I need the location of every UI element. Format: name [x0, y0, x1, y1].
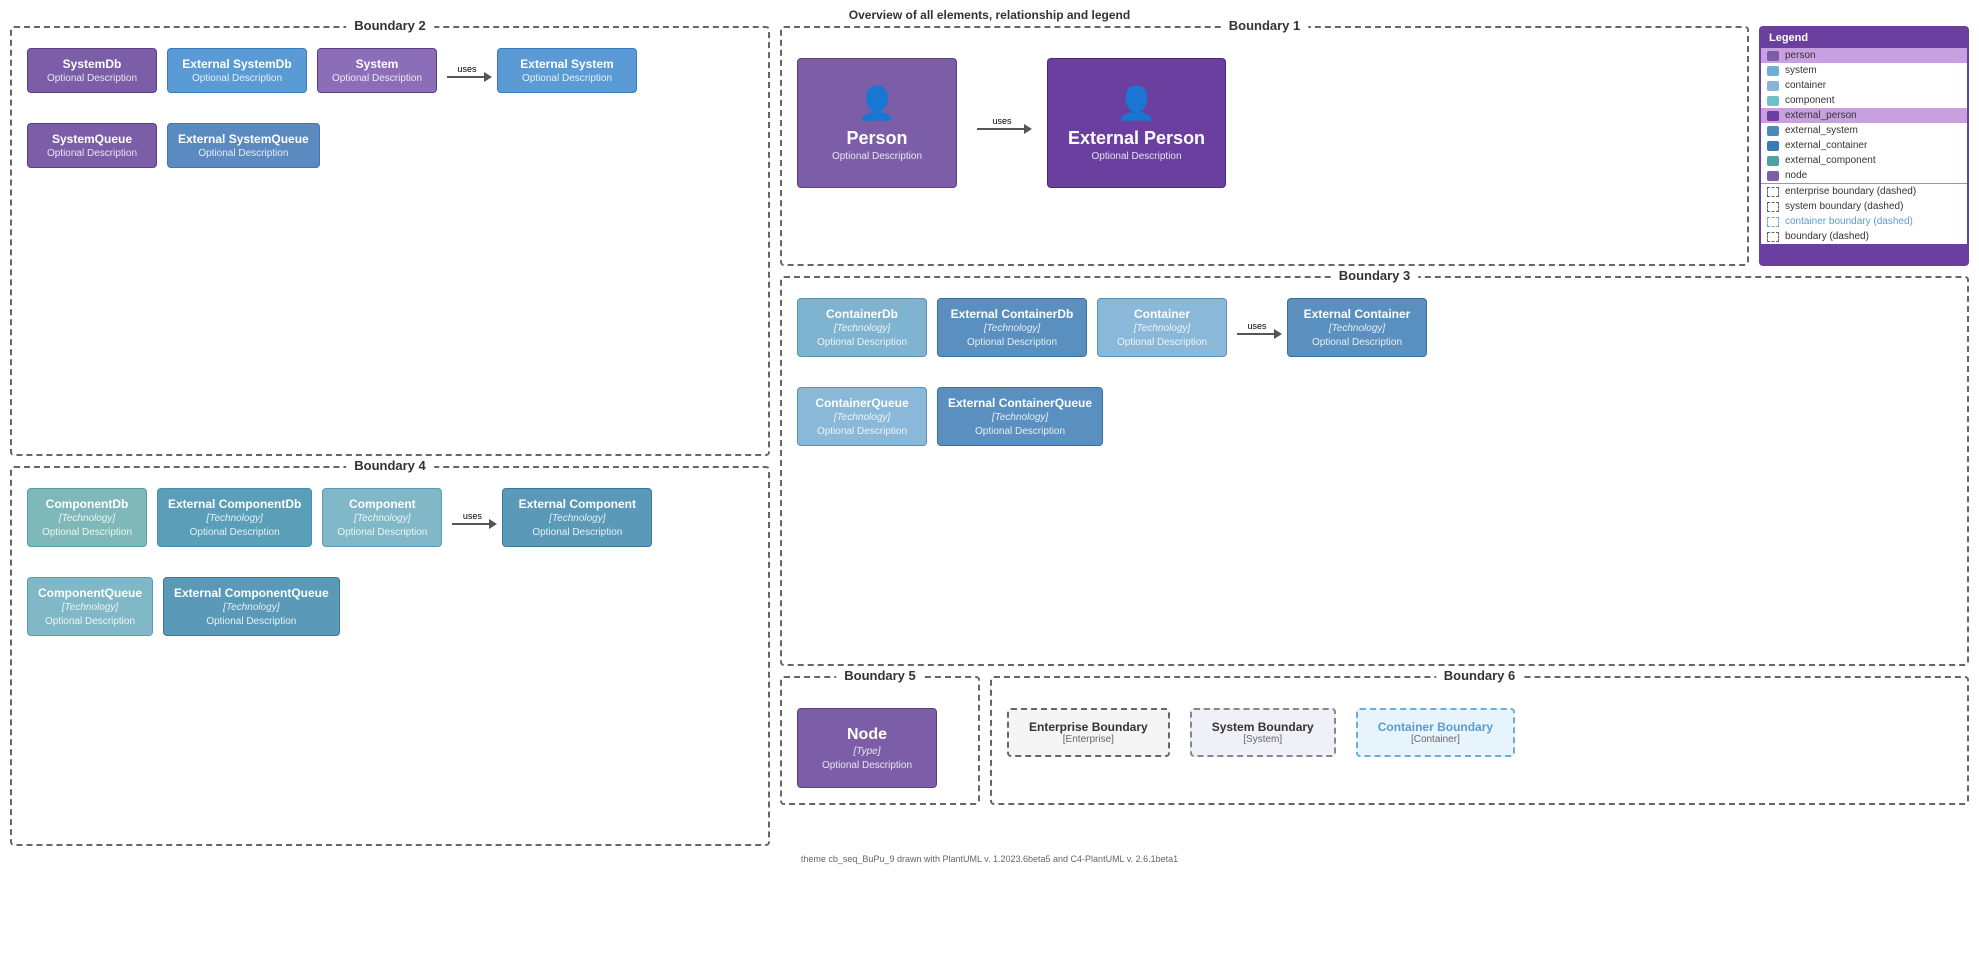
page-title: Overview of all elements, relationship a…: [0, 0, 1979, 26]
top-right-area: Boundary 1 👤 Person Optional Description…: [780, 26, 1969, 266]
legend-swatch-person: [1767, 51, 1779, 61]
componentqueue-card: ComponentQueue [Technology] Optional Des…: [27, 577, 153, 636]
legend-item-ext-component: external_component: [1761, 153, 1967, 168]
footer: theme cb_seq_BuPu_9 drawn with PlantUML …: [0, 846, 1979, 868]
legend-swatch-container: [1767, 81, 1779, 91]
container-boundary-card: Container Boundary [Container]: [1356, 708, 1515, 757]
legend-swatch-ext-person: [1767, 111, 1779, 121]
boundary4-title: Boundary 4: [346, 458, 434, 473]
ext-componentqueue-card: External ComponentQueue [Technology] Opt…: [163, 577, 340, 636]
boundary1-box: Boundary 1 👤 Person Optional Description…: [780, 26, 1749, 266]
ext-systemqueue-card: External SystemQueue Optional Descriptio…: [167, 123, 320, 168]
ext-systemdb-card: External SystemDb Optional Description: [167, 48, 307, 93]
legend-enterprise-boundary: enterprise boundary (dashed): [1761, 184, 1967, 199]
ext-system-card: External System Optional Description: [497, 48, 637, 93]
systemqueue-card: SystemQueue Optional Description: [27, 123, 157, 168]
person-icon: 👤: [857, 84, 897, 122]
legend-header: Legend: [1761, 28, 1967, 48]
ext-componentdb-card: External ComponentDb [Technology] Option…: [157, 488, 312, 547]
container-to-extcontainer-arrow: uses: [1237, 321, 1277, 335]
boundary2-box: Boundary 2 SystemDb Optional Description…: [10, 26, 770, 456]
boundary6-box: Boundary 6 Enterprise Boundary [Enterpri…: [990, 676, 1969, 805]
person-card: 👤 Person Optional Description: [797, 58, 957, 188]
ext-person-icon: 👤: [1117, 84, 1157, 122]
legend-boundary: boundary (dashed): [1761, 229, 1967, 244]
containerqueue-card: ContainerQueue [Technology] Optional Des…: [797, 387, 927, 446]
legend-system-boundary: system boundary (dashed): [1761, 199, 1967, 214]
boundary5-box: Boundary 5 Node [Type] Optional Descript…: [780, 676, 980, 805]
boundary4-box: Boundary 4 ComponentDb [Technology] Opti…: [10, 466, 770, 846]
boundary1-title: Boundary 1: [1221, 18, 1309, 33]
left-column: Boundary 2 SystemDb Optional Description…: [10, 26, 770, 846]
legend-item-ext-system: external_system: [1761, 123, 1967, 138]
legend-system-swatch: [1767, 202, 1779, 212]
legend-item-system: system: [1761, 63, 1967, 78]
legend-swatch-node: [1767, 171, 1779, 181]
boundary6-title: Boundary 6: [1436, 668, 1524, 683]
boundary3-box: Boundary 3 ContainerDb [Technology] Opti…: [780, 276, 1969, 666]
bottom-right-row: Boundary 5 Node [Type] Optional Descript…: [780, 676, 1969, 805]
legend-box: Legend person system container component: [1759, 26, 1969, 266]
legend-item-component: component: [1761, 93, 1967, 108]
ext-container-card: External Container [Technology] Optional…: [1287, 298, 1427, 357]
enterprise-boundary-card: Enterprise Boundary [Enterprise]: [1007, 708, 1170, 757]
legend-boundary-swatch: [1767, 232, 1779, 242]
legend-swatch-ext-system: [1767, 126, 1779, 136]
system-card: System Optional Description: [317, 48, 437, 93]
container-card: Container [Technology] Optional Descript…: [1097, 298, 1227, 357]
ext-component-card: External Component [Technology] Optional…: [502, 488, 652, 547]
ext-containerqueue-card: External ContainerQueue [Technology] Opt…: [937, 387, 1103, 446]
system-to-extsystem-arrow: uses: [447, 64, 487, 78]
legend-container-swatch: [1767, 217, 1779, 227]
boundary5-title: Boundary 5: [836, 668, 924, 683]
ext-containerdb-card: External ContainerDb [Technology] Option…: [937, 298, 1087, 357]
legend-enterprise-swatch: [1767, 187, 1779, 197]
legend-swatch-ext-component: [1767, 156, 1779, 166]
legend-swatch-ext-container: [1767, 141, 1779, 151]
boundary2-title: Boundary 2: [346, 18, 434, 33]
node-card: Node [Type] Optional Description: [797, 708, 937, 788]
legend-swatch-component: [1767, 96, 1779, 106]
legend-item-ext-person: external_person: [1761, 108, 1967, 123]
systemdb-card: SystemDb Optional Description: [27, 48, 157, 93]
ext-person-card: 👤 External Person Optional Description: [1047, 58, 1226, 188]
system-boundary-card: System Boundary [System]: [1190, 708, 1336, 757]
legend-item-person: person: [1761, 48, 1967, 63]
legend-swatch-system: [1767, 66, 1779, 76]
component-to-extcomponent-arrow: uses: [452, 511, 492, 525]
component-card: Component [Technology] Optional Descript…: [322, 488, 442, 547]
person-to-extperson-arrow: uses: [977, 116, 1027, 130]
componentdb-card: ComponentDb [Technology] Optional Descri…: [27, 488, 147, 547]
legend-item-node: node: [1761, 168, 1967, 183]
containerdb-card: ContainerDb [Technology] Optional Descri…: [797, 298, 927, 357]
legend-container-boundary: container boundary (dashed): [1761, 214, 1967, 229]
right-column: Boundary 1 👤 Person Optional Description…: [780, 26, 1969, 846]
legend-item-container: container: [1761, 78, 1967, 93]
legend-item-ext-container: external_container: [1761, 138, 1967, 153]
boundary3-title: Boundary 3: [1331, 268, 1419, 283]
